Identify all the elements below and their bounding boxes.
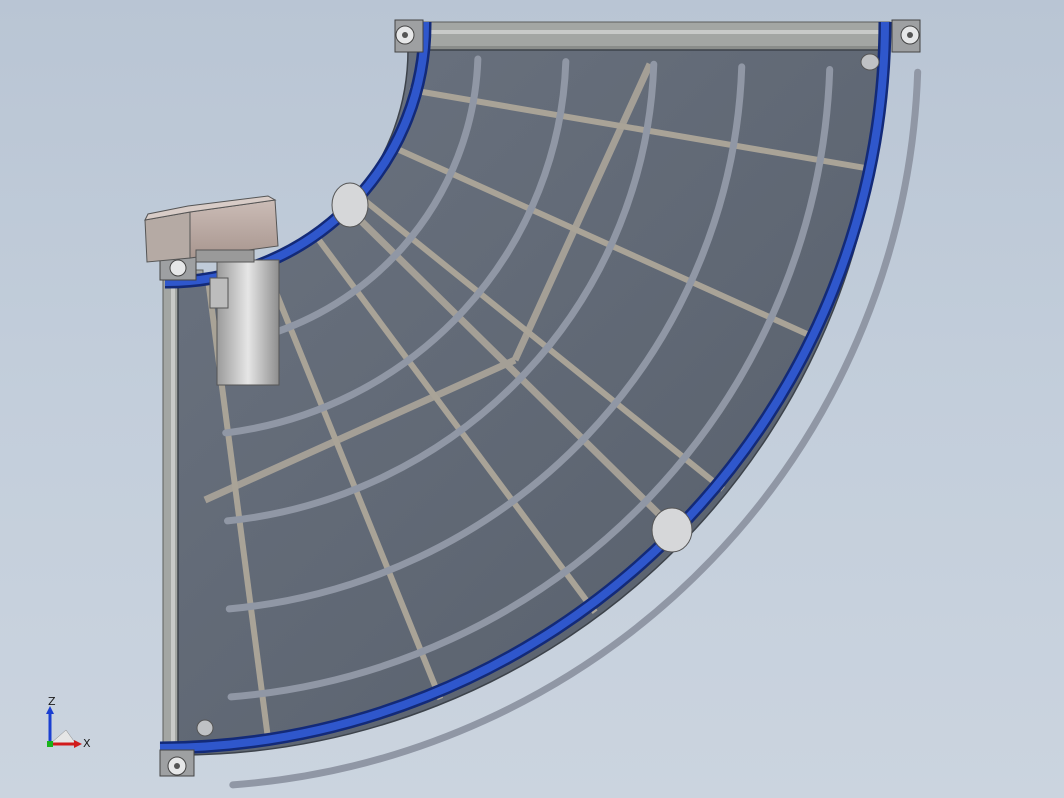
conveyor-model[interactable] — [0, 0, 1064, 798]
roller-cap-icon — [891, 19, 921, 53]
graphics-viewport[interactable]: Z X — [0, 0, 1064, 798]
coordinate-triad-icon: Z X — [46, 696, 91, 750]
roller-cap-icon — [159, 749, 195, 777]
roller-cap-icon — [394, 19, 424, 53]
z-axis-label: Z — [48, 696, 56, 708]
x-axis-label: X — [83, 737, 91, 750]
